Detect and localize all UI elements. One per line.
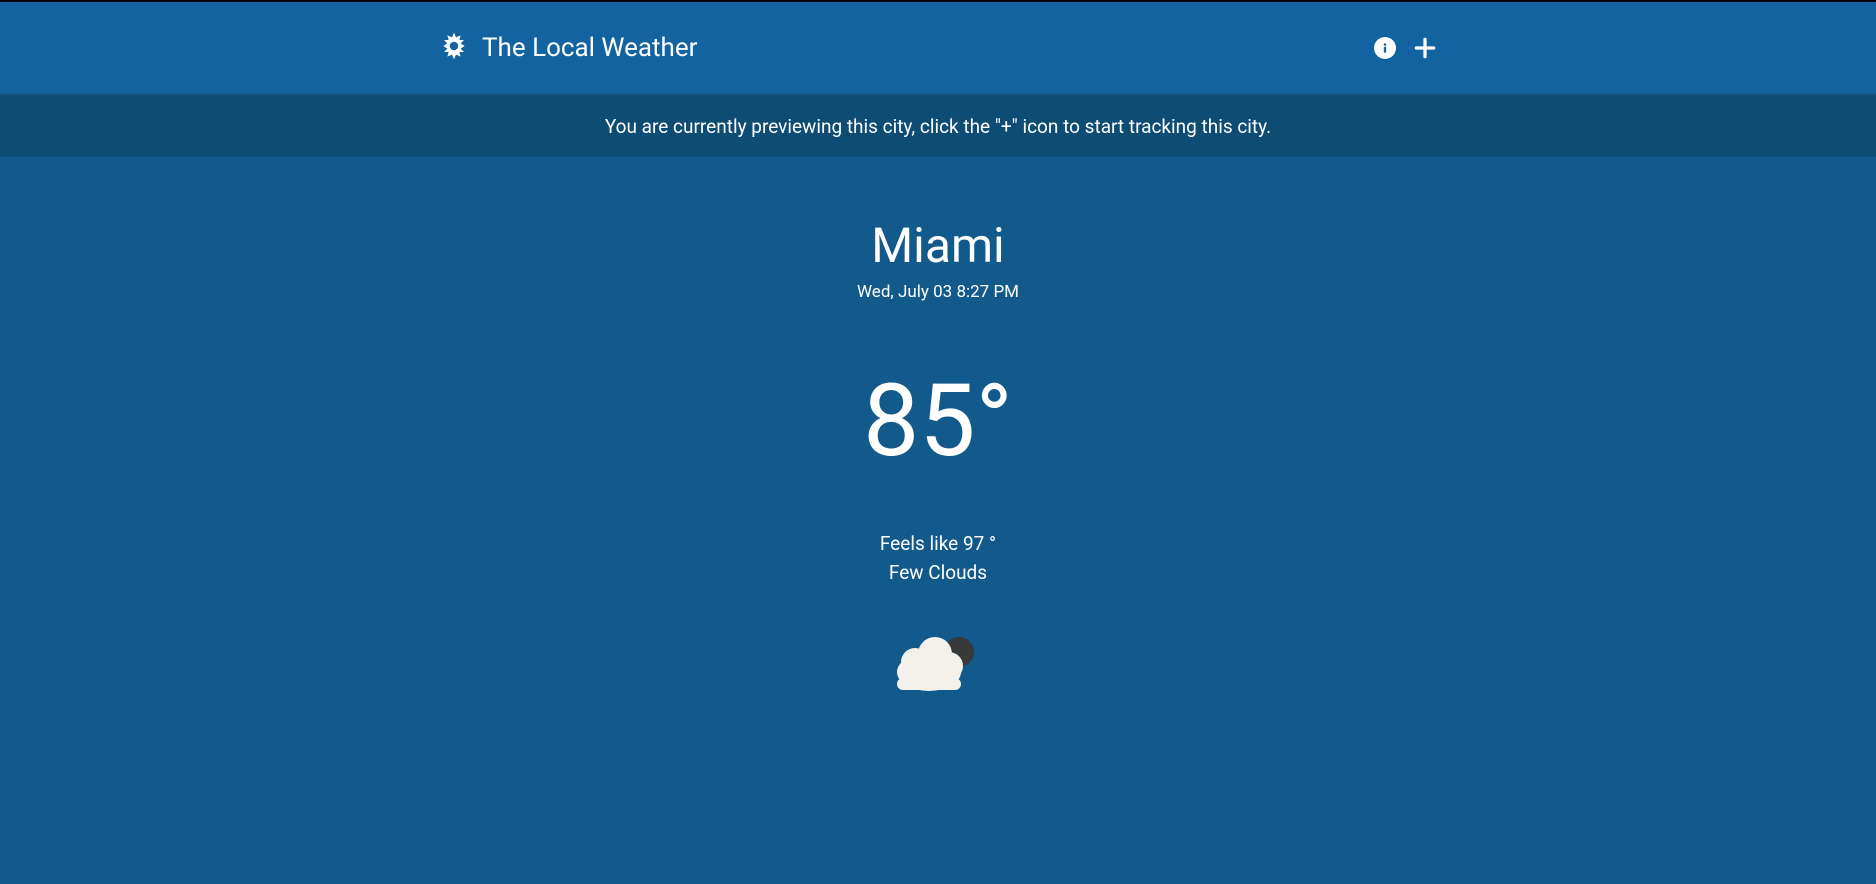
temperature: 85° [863, 372, 1013, 472]
app-title: The Local Weather [482, 33, 697, 63]
main-content: Miami Wed, July 03 8:27 PM 85° Feels lik… [0, 157, 1876, 694]
preview-message: You are currently previewing this city, … [605, 115, 1271, 138]
header-right [1374, 35, 1438, 61]
info-icon[interactable] [1374, 37, 1396, 59]
header-left: The Local Weather [438, 30, 697, 66]
cloud-moon-icon [891, 628, 985, 694]
sun-icon [438, 30, 470, 66]
plus-icon[interactable] [1412, 35, 1438, 61]
preview-banner: You are currently previewing this city, … [0, 95, 1876, 157]
city-name: Miami [871, 217, 1004, 274]
feels-like: Feels like 97 ° [880, 532, 996, 555]
app-header: The Local Weather [0, 0, 1876, 93]
condition: Few Clouds [889, 561, 987, 584]
datetime: Wed, July 03 8:27 PM [857, 282, 1019, 302]
